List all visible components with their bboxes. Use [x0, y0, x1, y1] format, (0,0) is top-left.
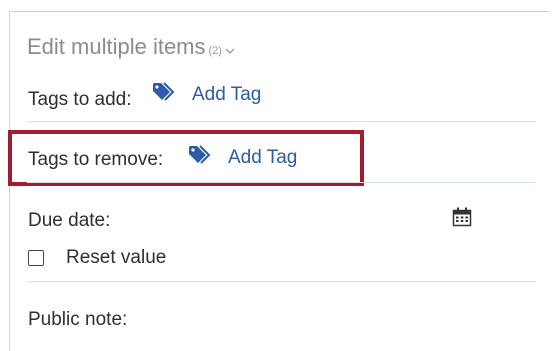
tag-icon [152, 82, 178, 108]
divider [27, 121, 536, 122]
panel-title-text: Edit multiple items [27, 34, 206, 59]
tags-to-add-label: Tags to add: [28, 89, 132, 110]
panel-title[interactable]: Edit multiple items (2) [27, 34, 235, 61]
due-date-label: Due date: [28, 210, 111, 231]
item-count: (2) [208, 45, 222, 57]
chevron-down-icon[interactable] [225, 35, 235, 61]
reset-value-checkbox[interactable] [28, 250, 44, 266]
add-tag-label: Add Tag [192, 84, 262, 105]
add-tag-button[interactable]: Add Tag [152, 82, 261, 108]
calendar-icon[interactable] [452, 207, 472, 232]
public-note-label: Public note: [28, 309, 128, 330]
reset-value-label[interactable]: Reset value [66, 247, 166, 269]
divider [27, 281, 536, 282]
highlight-box [8, 130, 364, 186]
divider [27, 182, 536, 183]
